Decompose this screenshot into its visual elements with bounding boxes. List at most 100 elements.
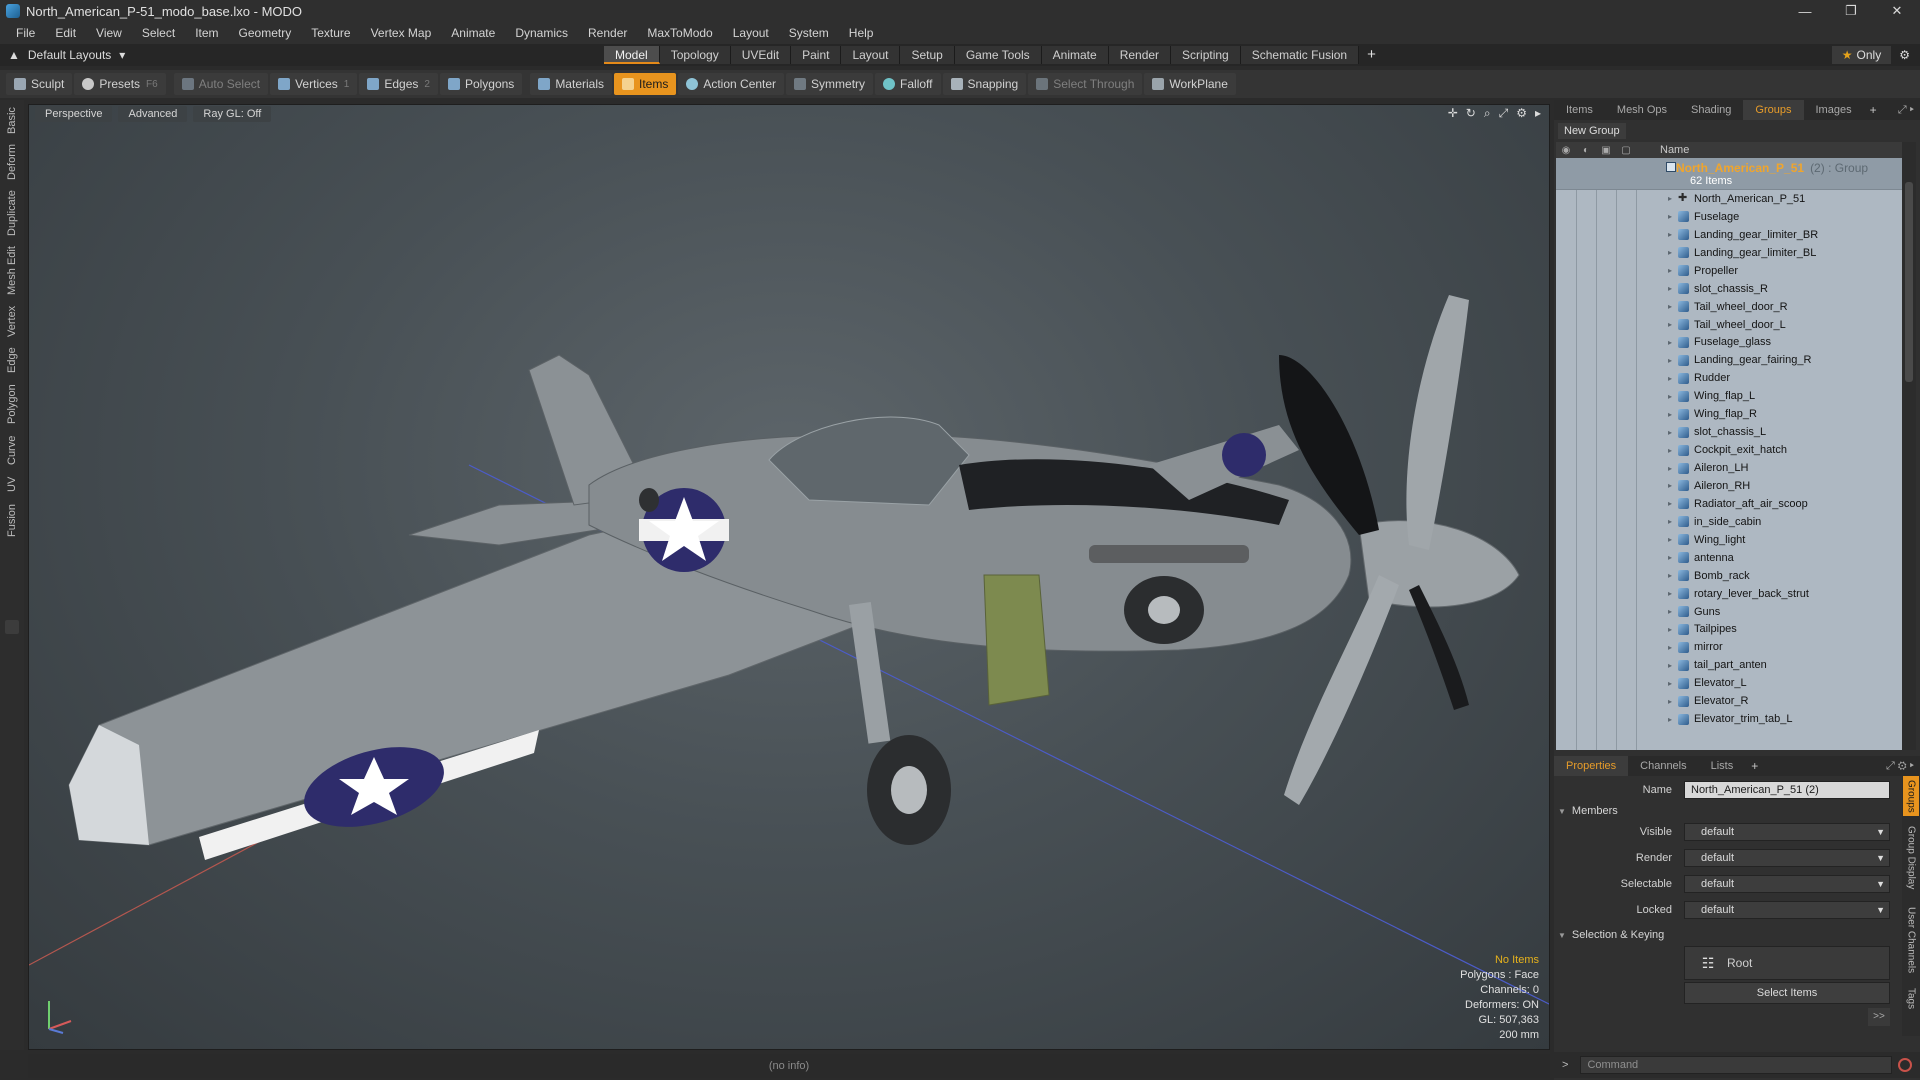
tab-scripting[interactable]: Scripting (1171, 46, 1241, 64)
menu-edit[interactable]: Edit (45, 22, 86, 44)
menu-animate[interactable]: Animate (441, 22, 505, 44)
tab-curve[interactable]: Curve (2, 432, 22, 468)
group-item-row[interactable]: ▸ Wing_flap_R (1556, 405, 1902, 423)
zoom-view-icon[interactable]: ⌕ (1484, 106, 1491, 121)
menu-maxtomodo[interactable]: MaxToModo (637, 22, 722, 44)
menu-file[interactable]: File (6, 22, 45, 44)
group-item-row[interactable]: ▸ Aileron_LH (1556, 459, 1902, 477)
tab-render[interactable]: Render (1108, 46, 1172, 64)
add-bottom-tab-button[interactable]: + (1745, 759, 1764, 773)
only-button[interactable]: ★ Only (1831, 46, 1892, 64)
menu-layout[interactable]: Layout (723, 22, 779, 44)
group-item-row[interactable]: ▸ rotary_lever_back_strut (1556, 585, 1902, 603)
tab-uvedit[interactable]: UVEdit (730, 46, 792, 64)
side-tab-groups[interactable]: Groups (1903, 776, 1919, 816)
group-item-row[interactable]: ▸ Wing_light (1556, 531, 1902, 549)
groups-tree[interactable]: North_American_P_51 (2) : Group 62 Items … (1556, 158, 1902, 750)
group-item-row[interactable]: ▸ Wing_flap_L (1556, 387, 1902, 405)
close-button[interactable]: ✕ (1874, 0, 1920, 22)
selectable-select[interactable]: default ▼ (1684, 875, 1890, 893)
snapping-button[interactable]: Snapping (942, 73, 1027, 95)
tab-vertex[interactable]: Vertex (2, 302, 22, 340)
group-item-row[interactable]: ▸ Tailpipes (1556, 621, 1902, 639)
menu-system[interactable]: System (779, 22, 839, 44)
action-center-button[interactable]: Action Center (678, 73, 785, 95)
locked-select[interactable]: default ▼ (1684, 901, 1890, 919)
group-item-row[interactable]: ▸ ✚ North_American_P_51 (1556, 190, 1902, 208)
tab-items[interactable]: Items (1554, 100, 1605, 120)
materials-button[interactable]: Materials (530, 73, 612, 95)
vertices-button[interactable]: Vertices 1 (270, 73, 358, 95)
visibility-column-eye-icon[interactable]: ◉ (1556, 145, 1576, 156)
selection-keying-section[interactable]: ▼ Selection & Keying (1558, 926, 1898, 944)
tab-schematic-fusion[interactable]: Schematic Fusion (1240, 46, 1360, 64)
group-item-row[interactable]: ▸ Tail_wheel_door_L (1556, 316, 1902, 334)
group-item-row[interactable]: ▸ Tail_wheel_door_R (1556, 298, 1902, 316)
polygons-button[interactable]: Polygons (439, 73, 523, 95)
group-item-row[interactable]: ▸ mirror (1556, 638, 1902, 656)
tab-paint[interactable]: Paint (791, 46, 842, 64)
group-item-row[interactable]: ▸ Fuselage (1556, 208, 1902, 226)
group-name-input[interactable]: North_American_P_51 (2) (1684, 781, 1890, 799)
group-item-row[interactable]: ▸ Bomb_rack (1556, 567, 1902, 585)
group-item-row[interactable]: ▸ Landing_gear_limiter_BR (1556, 226, 1902, 244)
add-tab-button[interactable]: + (1359, 46, 1384, 64)
tab-shading[interactable]: Shading (1679, 100, 1743, 120)
select-column-icon[interactable]: ▣ (1596, 145, 1616, 156)
tab-polygon[interactable]: Polygon (2, 380, 22, 428)
menu-view[interactable]: View (86, 22, 132, 44)
advanced-dropdown[interactable]: Advanced (118, 106, 188, 122)
groups-scrollbar[interactable] (1902, 142, 1916, 750)
tab-edge[interactable]: Edge (2, 344, 22, 376)
maximize-button[interactable]: ❐ (1828, 0, 1874, 22)
raygl-toggle[interactable]: Ray GL: Off (193, 106, 272, 122)
menu-item[interactable]: Item (185, 22, 228, 44)
command-history-icon[interactable] (1898, 1058, 1913, 1072)
menu-geometry[interactable]: Geometry (229, 22, 302, 44)
command-input[interactable]: Command (1580, 1056, 1893, 1074)
side-tab-group-display[interactable]: Group Display (1903, 820, 1919, 896)
group-item-row[interactable]: ▸ Elevator_trim_tab_L (1556, 710, 1902, 728)
tab-animate[interactable]: Animate (1041, 46, 1109, 64)
group-item-row[interactable]: ▸ Propeller (1556, 262, 1902, 280)
group-item-row[interactable]: ▸ Guns (1556, 603, 1902, 621)
maximize-view-icon[interactable]: ⤢ (1499, 106, 1509, 121)
menu-texture[interactable]: Texture (301, 22, 360, 44)
layout-dropdown[interactable]: ▲ Default Layouts ▾ (8, 44, 125, 66)
group-item-row[interactable]: ▸ Radiator_aft_air_scoop (1556, 495, 1902, 513)
scrollbar-thumb[interactable] (1905, 182, 1913, 382)
expand-panel-icon[interactable]: ⤢ ▸ (1898, 104, 1914, 117)
move-view-icon[interactable]: ✛ (1448, 106, 1458, 121)
render-column-icon[interactable]: ◐ (1576, 145, 1596, 156)
tab-uv[interactable]: UV (2, 472, 22, 496)
tab-setup[interactable]: Setup (900, 46, 955, 64)
tab-game-tools[interactable]: Game Tools (954, 46, 1042, 64)
group-item-row[interactable]: ▸ Cockpit_exit_hatch (1556, 441, 1902, 459)
new-group-button[interactable]: New Group (1558, 123, 1626, 139)
group-row[interactable]: North_American_P_51 (2) : Group 62 Items (1556, 158, 1902, 190)
render-select[interactable]: default ▼ (1684, 849, 1890, 867)
perspective-dropdown[interactable]: Perspective (35, 106, 113, 122)
menu-dynamics[interactable]: Dynamics (505, 22, 578, 44)
add-panel-tab-button[interactable]: + (1864, 103, 1883, 117)
workplane-button[interactable]: WorkPlane (1144, 73, 1236, 95)
sculpt-button[interactable]: Sculpt (6, 73, 73, 95)
tab-fusion[interactable]: Fusion (2, 500, 22, 540)
tab-deform[interactable]: Deform (2, 142, 22, 182)
tab-groups[interactable]: Groups (1743, 100, 1804, 120)
menu-help[interactable]: Help (839, 22, 884, 44)
tab-basic[interactable]: Basic (2, 104, 22, 138)
group-item-row[interactable]: ▸ Elevator_L (1556, 674, 1902, 692)
tab-lists[interactable]: Lists (1699, 756, 1746, 776)
side-tab-tags[interactable]: Tags (1903, 984, 1919, 1014)
symmetry-button[interactable]: Symmetry (786, 73, 874, 95)
side-tab-user-channels[interactable]: User Channels (1903, 900, 1919, 980)
menu-select[interactable]: Select (132, 22, 185, 44)
tab-layout[interactable]: Layout (841, 46, 901, 64)
group-item-row[interactable]: ▸ Landing_gear_limiter_BL (1556, 244, 1902, 262)
presets-button[interactable]: Presets F6 (74, 73, 166, 95)
tab-images[interactable]: Images (1804, 100, 1864, 120)
group-item-row[interactable]: ▸ slot_chassis_R (1556, 280, 1902, 298)
lock-column-icon[interactable]: ▢ (1616, 145, 1636, 156)
view-settings-gear-icon[interactable]: ⚙ (1516, 106, 1527, 121)
